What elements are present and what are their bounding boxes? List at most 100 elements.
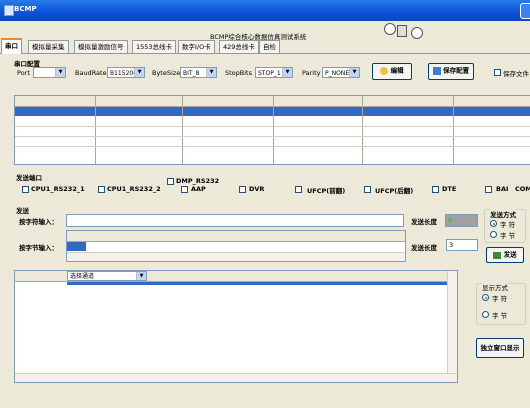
send-length-char-value: 0 [448,216,453,224]
port-label-cpu1-rs232-2: CPU1_RS232_2 [107,185,161,193]
port-checkbox-bai[interactable] [485,186,492,193]
bytesize-label: ByteSize [152,69,181,77]
send-length-byte-value: 3 [449,241,454,249]
channel-select[interactable]: 选择通道 ▼ [67,271,147,281]
save-config-button[interactable]: 保存配置 [428,63,474,80]
port-label-dte: DTE [442,185,457,193]
save-file-checkbox[interactable] [494,69,501,76]
port-checkbox-aap[interactable] [181,186,188,193]
tab-analog-acquisition[interactable]: 模拟量采集 [28,40,69,53]
chevron-down-icon: ▼ [55,68,65,77]
port-label-cpu1-rs232-1: CPU1_RS232_1 [31,185,85,193]
display-byte-radio[interactable] [482,311,489,318]
parity-value: P_NONE [325,70,350,77]
save-file-label: 保存文件 [503,70,529,78]
port-checkbox-dte[interactable] [432,186,439,193]
edit-button[interactable]: 编辑 [372,63,412,80]
send-mode-char-label: 字 符 [500,221,516,229]
byte-grid-scrollbar[interactable] [67,252,405,261]
bytesize-value: BIT_8 [183,70,200,77]
send-icon [493,252,502,259]
tab-serial[interactable]: 串口 [1,38,22,54]
display-mode-label: 显示方式 [482,282,508,292]
byte-grid-header [67,231,405,242]
clock-icon [384,23,396,35]
port-label-bai: BAI [496,185,509,193]
chevron-down-icon: ▼ [349,68,359,77]
minimize-button[interactable] [520,3,530,19]
port-label-ufcp-back: UFCP(后翻) [375,187,414,195]
receive-hscrollbar[interactable] [15,373,457,382]
serial-data-grid[interactable] [14,95,530,165]
stopbits-select[interactable]: STOP_1 ▼ [255,67,293,78]
send-mode-char-radio[interactable] [490,220,497,227]
port-checkbox-ufcp-front[interactable] [295,186,302,193]
send-mode-label: 发送方式 [490,209,516,219]
edit-button-label: 编辑 [390,66,404,75]
parity-select[interactable]: P_NONE ▼ [322,67,360,78]
receive-grid[interactable]: 选择通道 ▼ [14,270,458,383]
chevron-down-icon: ▼ [134,68,144,77]
receive-row-highlight [67,282,457,285]
chevron-down-icon: ▼ [136,272,146,280]
send-ports-label: 发送端口 [16,174,42,182]
port-checkbox-ufcp-back[interactable] [364,186,371,193]
channel-select-value: 选择通道 [70,273,95,280]
send-button-label: 发送 [503,250,517,259]
tab-1553-bus[interactable]: 1553总线卡 [132,40,177,53]
port-label-com: COM [515,185,530,193]
grid-row-line [15,146,530,147]
receive-vscrollbar[interactable] [447,271,457,382]
tab-self-test[interactable]: 自检 [259,40,280,53]
standalone-window-button[interactable]: 独立窗口显示 [476,338,524,358]
display-byte-label: 字 节 [492,312,508,320]
parity-label: Parity [302,69,321,77]
byte-cell-selected[interactable] [67,242,86,251]
tab-analog-stimulus[interactable]: 模拟量激励信号 [74,40,128,53]
port-checkbox-cpu1-rs232-2[interactable] [98,186,105,193]
send-button[interactable]: 发送 [486,247,524,263]
send-length-byte-field[interactable]: 3 [446,239,478,251]
display-char-radio[interactable] [482,294,489,301]
byte-input-grid[interactable] [66,230,406,262]
port-label: Port [17,69,30,77]
port-select[interactable]: ▼ [33,67,66,78]
edit-icon [380,67,389,75]
chevron-down-icon: ▼ [282,68,292,77]
title-bar [0,0,530,21]
chevron-down-icon: ▼ [206,68,216,77]
grid-col-divider [182,96,183,164]
grid-col-divider [95,96,96,164]
port-label-dmp-rs232: DMP_RS232 [176,177,220,185]
display-char-label: 字 符 [492,295,508,303]
tab-digital-io[interactable]: 数字I/O卡 [178,40,215,53]
baudrate-label: BaudRate [75,69,107,77]
send-length-char-field: 0 [445,214,478,227]
app-icon [4,5,14,16]
port-checkbox-dmp-rs232[interactable] [167,178,174,185]
char-input[interactable] [66,214,404,227]
byte-input-label: 按字节输入： [19,244,58,252]
save-icon [432,67,441,75]
window-title: BCMP [14,5,37,13]
char-input-label: 按字符输入： [19,218,58,226]
grid-col-divider [273,96,274,164]
tab-429-bus[interactable]: 429总线卡 [219,40,259,53]
grid-col-divider [362,96,363,164]
grid-row-line [15,136,530,137]
send-length-byte-label: 发送长度 [411,244,437,252]
baudrate-select[interactable]: B115200 ▼ [107,67,145,78]
port-checkbox-dvr[interactable] [239,186,246,193]
send-mode-byte-label: 字 节 [500,232,516,240]
send-length-char-label: 发送长度 [411,218,437,226]
port-label-dvr: DVR [249,185,265,193]
tab-strip: 串口 模拟量采集 模拟量激励信号 1553总线卡 数字I/O卡 429总线卡 自… [0,38,530,54]
bytesize-select[interactable]: BIT_8 ▼ [180,67,217,78]
send-mode-byte-radio[interactable] [490,231,497,238]
stopbits-label: StopBits [225,69,252,77]
port-label-aap: AAP [191,185,206,193]
grid-col-divider [453,96,454,164]
port-checkbox-cpu1-rs232-1[interactable] [22,186,29,193]
port-label-ufcp-front: UFCP(前翻) [307,187,346,195]
stopbits-value: STOP_1 [258,70,281,77]
